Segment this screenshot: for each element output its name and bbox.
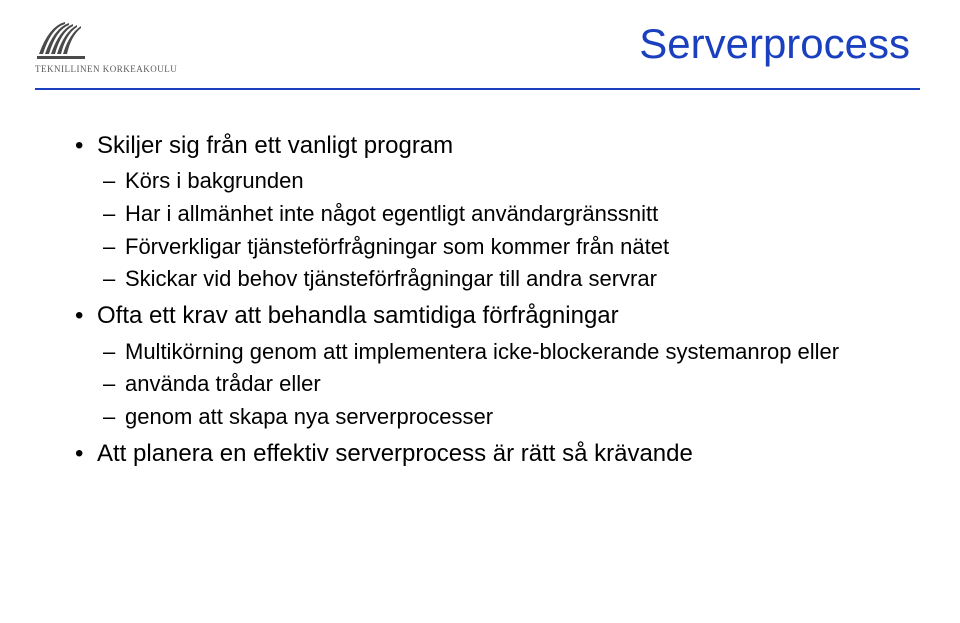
- slide-title: Serverprocess: [177, 18, 920, 68]
- institution-name: TEKNILLINEN KORKEAKOULU: [35, 64, 177, 74]
- bullet-text: Multikörning genom att implementera icke…: [125, 339, 839, 364]
- slide-header: TEKNILLINEN KORKEAKOULU Serverprocess: [0, 0, 960, 74]
- bullet-text: Att planera en effektiv serverprocess är…: [97, 440, 693, 467]
- list-item: Har i allmänhet inte något egentligt anv…: [97, 199, 900, 229]
- bullet-text: Skiljer sig från ett vanligt program: [97, 132, 453, 159]
- university-logo-icon: [35, 18, 91, 62]
- sub-list: Körs i bakgrunden Har i allmänhet inte n…: [97, 166, 900, 294]
- list-item: genom att skapa nya serverprocesser: [97, 402, 900, 432]
- list-item: Förverkligar tjänsteförfrågningar som ko…: [97, 232, 900, 262]
- bullet-text: genom att skapa nya serverprocesser: [125, 404, 493, 429]
- list-item: använda trådar eller: [97, 369, 900, 399]
- list-item: Skiljer sig från ett vanligt program Kör…: [75, 130, 900, 294]
- list-item: Skickar vid behov tjänsteförfrågningar t…: [97, 264, 900, 294]
- bullet-text: Har i allmänhet inte något egentligt anv…: [125, 201, 658, 226]
- list-item: Ofta ett krav att behandla samtidiga för…: [75, 300, 900, 431]
- bullet-text: använda trådar eller: [125, 371, 321, 396]
- bullet-list: Skiljer sig från ett vanligt program Kör…: [75, 130, 900, 470]
- list-item: Körs i bakgrunden: [97, 166, 900, 196]
- bullet-text: Ofta ett krav att behandla samtidiga för…: [97, 302, 619, 329]
- logo-area: TEKNILLINEN KORKEAKOULU: [35, 18, 177, 74]
- sub-list: Multikörning genom att implementera icke…: [97, 337, 900, 432]
- list-item: Multikörning genom att implementera icke…: [97, 337, 900, 367]
- bullet-text: Skickar vid behov tjänsteförfrågningar t…: [125, 266, 657, 291]
- bullet-text: Förverkligar tjänsteförfrågningar som ko…: [125, 234, 669, 259]
- slide-content: Skiljer sig från ett vanligt program Kör…: [0, 90, 960, 470]
- bullet-text: Körs i bakgrunden: [125, 168, 304, 193]
- list-item: Att planera en effektiv serverprocess är…: [75, 438, 900, 470]
